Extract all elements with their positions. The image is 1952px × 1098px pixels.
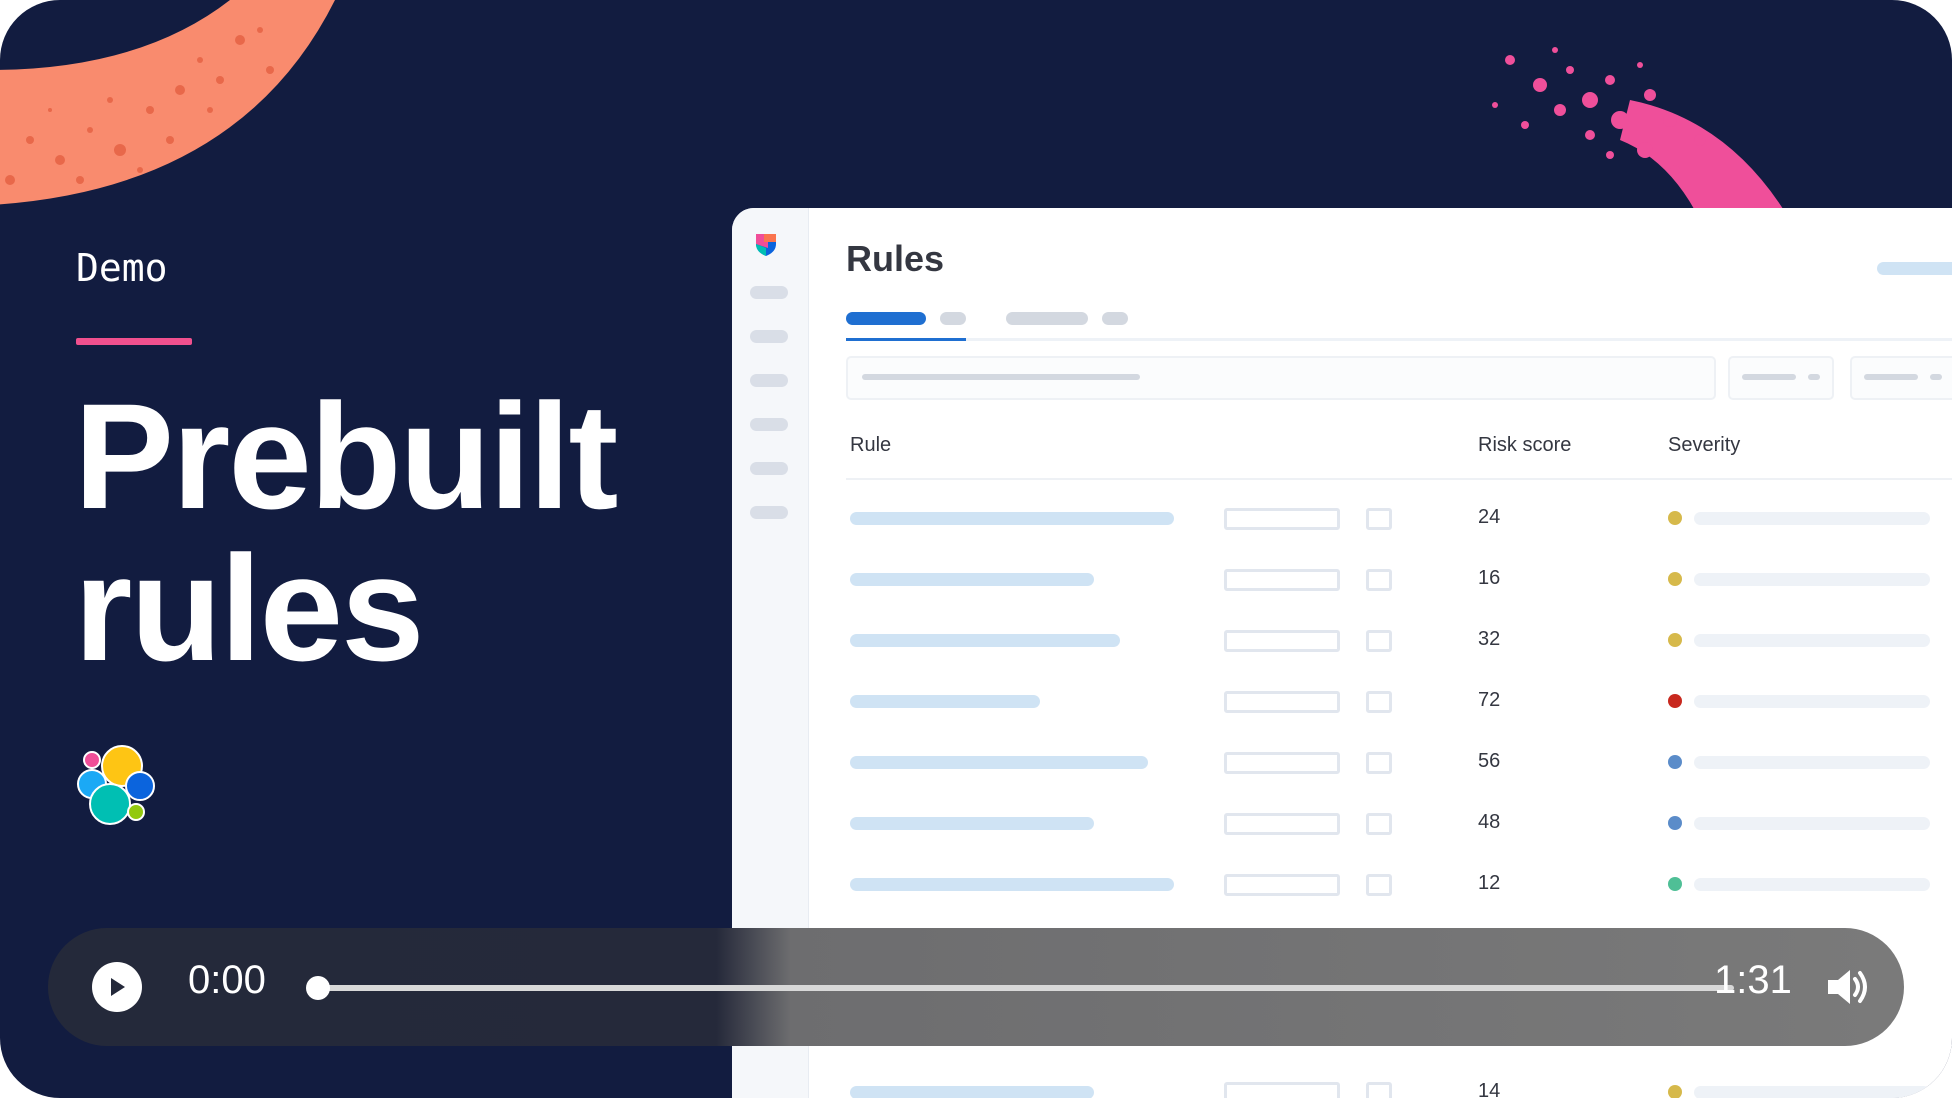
risk-score-value: 14 bbox=[1478, 1080, 1501, 1098]
rule-name-placeholder[interactable] bbox=[850, 817, 1094, 830]
severity-label-placeholder bbox=[1694, 573, 1930, 586]
header-action-button[interactable] bbox=[1877, 262, 1952, 275]
sidebar-item[interactable] bbox=[750, 418, 788, 431]
table-row[interactable]: 32 bbox=[732, 620, 1952, 660]
app-title: Rules bbox=[846, 238, 945, 279]
search-input[interactable] bbox=[846, 356, 1716, 400]
header-divider bbox=[846, 478, 1952, 480]
title-line-1: Prebuilt bbox=[74, 372, 618, 540]
chevron-down-icon bbox=[1808, 374, 1820, 380]
rule-name-placeholder[interactable] bbox=[850, 573, 1094, 586]
table-row[interactable]: 16 bbox=[732, 559, 1952, 599]
risk-score-value: 48 bbox=[1478, 811, 1501, 833]
elastic-logo-icon bbox=[77, 745, 155, 825]
severity-dot-icon bbox=[1668, 1085, 1682, 1098]
severity-label-placeholder bbox=[1694, 634, 1930, 647]
risk-score-value: 12 bbox=[1478, 872, 1501, 894]
pink-splash-decoration bbox=[1492, 47, 1790, 220]
severity-dot-icon bbox=[1668, 877, 1682, 891]
severity-label-placeholder bbox=[1694, 756, 1930, 769]
severity-dot-icon bbox=[1668, 694, 1682, 708]
severity-dot-icon bbox=[1668, 816, 1682, 830]
severity-label-placeholder bbox=[1694, 512, 1930, 525]
column-header-rule[interactable]: Rule bbox=[850, 434, 891, 457]
severity-label-placeholder bbox=[1694, 817, 1930, 830]
rule-badge-placeholder bbox=[1366, 813, 1392, 835]
filter-dropdown[interactable] bbox=[1728, 356, 1834, 400]
title-line-2: rules bbox=[74, 524, 425, 692]
rule-badge-placeholder bbox=[1366, 874, 1392, 896]
orange-splash-decoration bbox=[0, 0, 335, 205]
rule-tag-placeholder bbox=[1224, 569, 1340, 591]
rule-badge-placeholder bbox=[1366, 691, 1392, 713]
table-row[interactable]: 12 bbox=[732, 864, 1952, 904]
table-row[interactable]: 56 bbox=[732, 742, 1952, 782]
rule-badge-placeholder bbox=[1366, 752, 1392, 774]
page-title: Prebuilt rules bbox=[74, 372, 618, 692]
risk-score-value: 32 bbox=[1478, 628, 1501, 650]
rule-tag-placeholder bbox=[1224, 1082, 1340, 1098]
rule-tag-placeholder bbox=[1224, 508, 1340, 530]
column-header-risk-score[interactable]: Risk score bbox=[1478, 434, 1571, 457]
rule-badge-placeholder bbox=[1366, 569, 1392, 591]
severity-label-placeholder bbox=[1694, 695, 1930, 708]
duration: 1:31 bbox=[1714, 958, 1792, 1002]
severity-dot-icon bbox=[1668, 755, 1682, 769]
tab-badge bbox=[940, 312, 966, 325]
rule-tag-placeholder bbox=[1224, 630, 1340, 652]
rule-name-placeholder[interactable] bbox=[850, 634, 1120, 647]
filter-dropdown[interactable] bbox=[1850, 356, 1952, 400]
tab-badge bbox=[1102, 312, 1128, 325]
rule-tag-placeholder bbox=[1224, 752, 1340, 774]
rule-tag-placeholder bbox=[1224, 691, 1340, 713]
severity-dot-icon bbox=[1668, 633, 1682, 647]
rule-badge-placeholder bbox=[1366, 508, 1392, 530]
volume-icon[interactable] bbox=[1824, 966, 1870, 1008]
progress-handle[interactable] bbox=[306, 976, 330, 1000]
filter-label bbox=[1742, 374, 1796, 380]
severity-label-placeholder bbox=[1694, 878, 1930, 891]
rule-badge-placeholder bbox=[1366, 630, 1392, 652]
sidebar-item[interactable] bbox=[750, 462, 788, 475]
table-row[interactable]: 24 bbox=[732, 498, 1952, 538]
search-placeholder bbox=[862, 374, 1140, 380]
video-player-controls: 0:00 1:31 bbox=[48, 928, 1904, 1046]
rule-name-placeholder[interactable] bbox=[850, 1086, 1094, 1098]
eyebrow-label: Demo bbox=[76, 246, 168, 290]
rule-name-placeholder[interactable] bbox=[850, 878, 1174, 891]
risk-score-value: 72 bbox=[1478, 689, 1501, 711]
security-shield-icon bbox=[756, 234, 776, 256]
sidebar-item[interactable] bbox=[750, 286, 788, 299]
sidebar-item[interactable] bbox=[750, 330, 788, 343]
chevron-down-icon bbox=[1930, 374, 1942, 380]
tab-active-indicator bbox=[846, 338, 966, 341]
rule-tag-placeholder bbox=[1224, 874, 1340, 896]
rule-name-placeholder[interactable] bbox=[850, 695, 1040, 708]
current-time: 0:00 bbox=[188, 958, 266, 1002]
play-icon bbox=[111, 978, 125, 996]
accent-underline bbox=[76, 338, 192, 345]
table-row[interactable]: 14 bbox=[732, 1072, 1952, 1098]
risk-score-value: 24 bbox=[1478, 506, 1501, 528]
risk-score-value: 16 bbox=[1478, 567, 1501, 589]
rule-name-placeholder[interactable] bbox=[850, 512, 1174, 525]
filter-label bbox=[1864, 374, 1918, 380]
progress-track[interactable] bbox=[310, 985, 1734, 991]
table-row[interactable]: 72 bbox=[732, 681, 1952, 721]
play-button[interactable] bbox=[92, 962, 142, 1012]
severity-dot-icon bbox=[1668, 511, 1682, 525]
column-header-severity[interactable]: Severity bbox=[1668, 434, 1740, 457]
table-row[interactable]: 48 bbox=[732, 803, 1952, 843]
tab-active[interactable] bbox=[846, 312, 926, 325]
severity-dot-icon bbox=[1668, 572, 1682, 586]
tab-inactive[interactable] bbox=[1006, 312, 1088, 325]
risk-score-value: 56 bbox=[1478, 750, 1501, 772]
video-thumbnail: Demo Prebuilt rules Rules Rule Risk scor… bbox=[0, 0, 1952, 1098]
sidebar-item[interactable] bbox=[750, 374, 788, 387]
tabs-divider bbox=[846, 338, 1952, 341]
rule-tag-placeholder bbox=[1224, 813, 1340, 835]
severity-label-placeholder bbox=[1694, 1086, 1930, 1098]
rule-name-placeholder[interactable] bbox=[850, 756, 1148, 769]
rule-badge-placeholder bbox=[1366, 1082, 1392, 1098]
